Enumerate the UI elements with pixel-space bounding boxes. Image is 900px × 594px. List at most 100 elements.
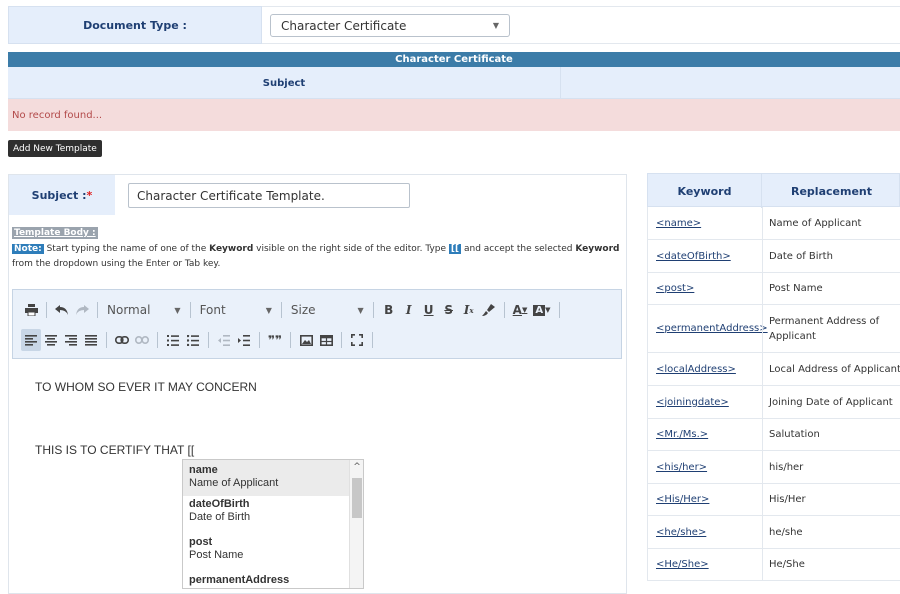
blockquote-icon[interactable]: ❞❞	[265, 329, 285, 351]
column-header-subject[interactable]: Subject	[8, 67, 561, 99]
align-right-icon[interactable]	[61, 329, 81, 351]
maximize-icon[interactable]	[347, 329, 367, 351]
chevron-down-icon: ▼	[492, 21, 499, 30]
keyword-link[interactable]: <Mr./Ms.>	[656, 419, 760, 450]
size-value: Size	[290, 303, 316, 317]
format-value: Normal	[107, 303, 151, 317]
keyword-link[interactable]: <localAddress>	[656, 353, 760, 385]
clear-formatting-icon[interactable]: Ix	[459, 299, 479, 321]
numbered-list-icon[interactable]	[163, 329, 183, 351]
autocomplete-scrollbar[interactable]: ^	[349, 460, 363, 588]
background-color-icon[interactable]: A ▼	[530, 299, 553, 321]
keyword-link[interactable]: <joiningdate>	[656, 386, 760, 418]
keyword-replacement: He/She	[762, 549, 900, 580]
keyword-link[interactable]: <name>	[656, 207, 760, 239]
italic-icon[interactable]: I	[399, 299, 419, 321]
chevron-down-icon: ▼	[357, 305, 364, 315]
editor-line-certify[interactable]: THIS IS TO CERTIFY THAT [[	[35, 443, 194, 457]
autocomplete-item[interactable]: name Name of Applicant	[183, 460, 350, 496]
align-center-icon[interactable]	[41, 329, 61, 351]
editor-line-heading[interactable]: TO WHOM SO EVER IT MAY CONCERN	[35, 380, 257, 394]
keyword-row: <joiningdate> Joining Date of Applicant	[647, 386, 900, 419]
keyword-link[interactable]: <His/Her>	[656, 484, 760, 515]
keyword-row: <post> Post Name	[647, 273, 900, 305]
keyword-link[interactable]: <he/she>	[656, 516, 760, 548]
underline-icon[interactable]: U	[419, 299, 439, 321]
toolbar-separator	[372, 302, 374, 318]
chevron-up-icon[interactable]: ^	[350, 460, 363, 474]
editor-instructions: Note: Start typing the name of one of th…	[12, 242, 624, 272]
column-header-keyword: Keyword	[648, 174, 762, 208]
format-painter-icon[interactable]	[479, 299, 499, 321]
toolbar-separator	[259, 332, 260, 348]
keyword-row: <localAddress> Local Address of Applican…	[647, 353, 900, 386]
autocomplete-keyword: dateOfBirth	[189, 498, 250, 510]
template-body-label: Template Body :	[12, 227, 98, 239]
print-icon[interactable]	[21, 299, 41, 321]
templates-table-header: Subject	[8, 67, 900, 99]
unlink-icon[interactable]	[132, 329, 152, 351]
toolbar-separator	[46, 302, 47, 318]
toolbar-separator	[157, 332, 158, 348]
keyword-row: <His/Her> His/Her	[647, 484, 900, 516]
toolbar-separator	[208, 332, 209, 348]
toolbar-separator	[558, 302, 560, 318]
toolbar-separator	[280, 302, 282, 318]
keyword-row: <his/her> his/her	[647, 451, 900, 484]
keyword-replacement: Local Address of Applicant	[762, 353, 900, 385]
note-badge: Note:	[12, 244, 44, 254]
note-text: Start typing the name of one of the	[43, 244, 210, 254]
autocomplete-description: Post Name	[189, 549, 244, 561]
undo-icon[interactable]	[52, 299, 72, 321]
keyword-link[interactable]: <dateOfBirth>	[656, 240, 760, 272]
size-dropdown[interactable]: Size ▼	[287, 299, 368, 321]
text-color-icon[interactable]: A ▼	[510, 299, 531, 321]
subject-label-text: Subject :	[31, 188, 87, 202]
keyword-link[interactable]: <permanentAddress>	[656, 305, 768, 352]
toolbar-separator	[290, 332, 292, 348]
toolbar-separator	[372, 332, 374, 348]
keyword-link[interactable]: <He/She>	[656, 549, 760, 580]
subject-label: Subject : *	[9, 175, 115, 215]
keyword-link[interactable]: <post>	[656, 273, 760, 304]
keyword-replacement: Salutation	[762, 419, 900, 450]
keyword-replacement: His/Her	[762, 484, 900, 515]
keyword-link[interactable]: <his/her>	[656, 451, 760, 483]
autocomplete-keyword: name	[189, 464, 218, 476]
redo-icon[interactable]	[72, 299, 92, 321]
editor-toolbar: Normal ▼ Font ▼ Size ▼ B I U S Ix A ▼ A ▼	[12, 289, 622, 359]
keyword-replacement: Date of Birth	[762, 240, 900, 272]
indent-icon[interactable]	[234, 329, 254, 351]
toolbar-separator	[106, 332, 107, 348]
font-dropdown[interactable]: Font ▼	[196, 299, 276, 321]
autocomplete-keyword: permanentAddress	[189, 574, 290, 586]
keyword-row: <dateOfBirth> Date of Birth	[647, 240, 900, 273]
scrollbar-thumb[interactable]	[352, 478, 362, 518]
keyword-row: <permanentAddress> Permanent Address of …	[647, 305, 900, 353]
align-left-icon[interactable]	[21, 329, 41, 351]
autocomplete-item[interactable]: dateOfBirth Date of Birth	[183, 498, 350, 532]
keyword-row: <name> Name of Applicant	[647, 207, 900, 240]
table-icon[interactable]	[316, 329, 336, 351]
image-icon[interactable]	[296, 329, 316, 351]
autocomplete-keyword: post	[189, 536, 213, 548]
outdent-icon[interactable]	[214, 329, 234, 351]
bold-icon[interactable]: B	[379, 299, 399, 321]
keyword-table-header: Keyword Replacement	[647, 173, 900, 208]
link-icon[interactable]	[112, 329, 132, 351]
autocomplete-item[interactable]: post Post Name	[183, 536, 350, 570]
add-new-template-button[interactable]: Add New Template	[8, 140, 102, 157]
keyword-replacement: Name of Applicant	[762, 207, 900, 239]
strikethrough-icon[interactable]: S	[439, 299, 459, 321]
format-dropdown[interactable]: Normal ▼	[103, 299, 185, 321]
empty-records-message: No record found...	[8, 99, 900, 131]
subject-input[interactable]	[128, 183, 410, 208]
align-justify-icon[interactable]	[81, 329, 101, 351]
note-text: from the dropdown using the Enter or Tab…	[12, 259, 221, 269]
font-value: Font	[199, 303, 226, 317]
document-type-select[interactable]: Character Certificate ▼	[270, 14, 510, 37]
keyword-autocomplete[interactable]: name Name of Applicant dateOfBirth Date …	[182, 459, 364, 589]
bullet-list-icon[interactable]	[183, 329, 203, 351]
note-text: and accept the selected	[461, 244, 576, 254]
note-keyword: Keyword	[575, 244, 620, 254]
